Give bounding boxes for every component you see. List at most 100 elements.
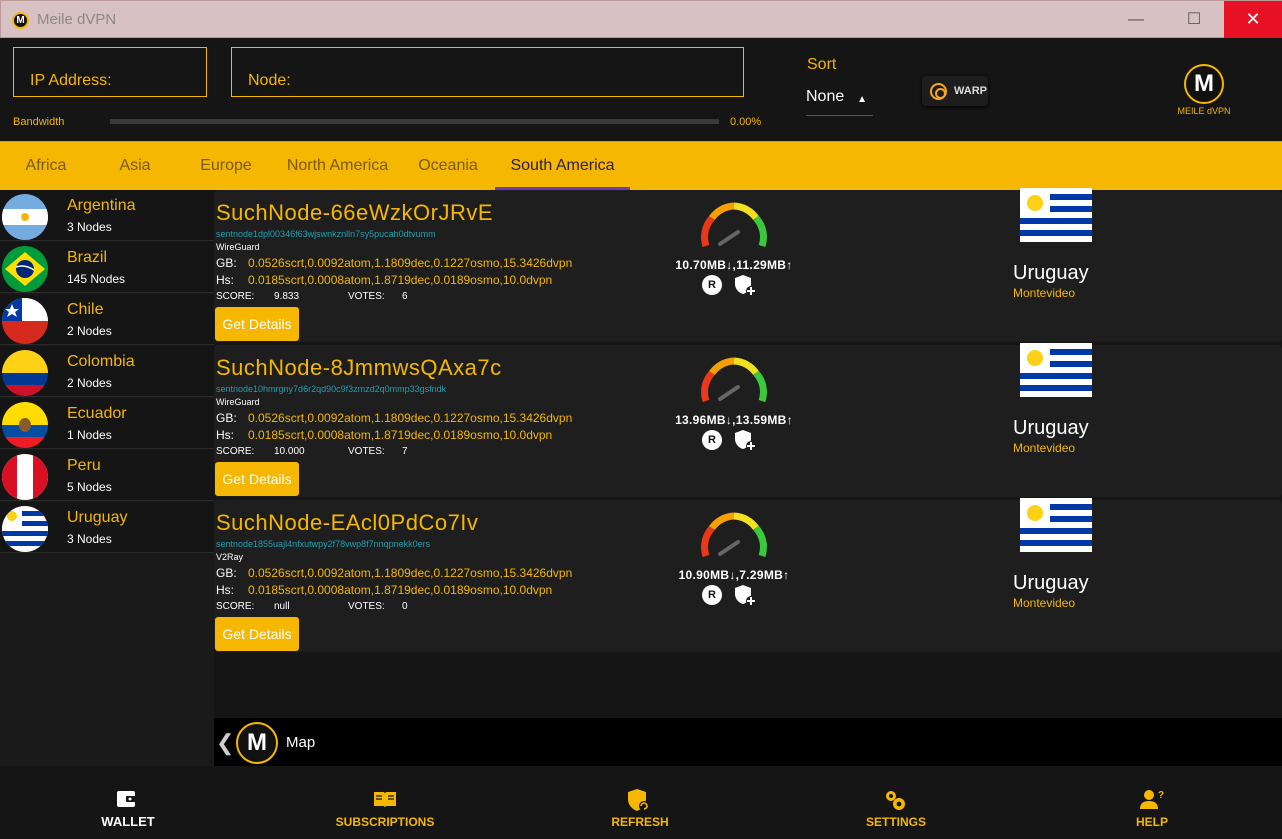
nav-label: SETTINGS — [865, 815, 926, 829]
hs-label: Hs: — [216, 583, 234, 597]
node-city: Montevideo — [1013, 286, 1076, 300]
nav-help[interactable]: ? HELP — [1062, 766, 1242, 839]
shield-plus-icon[interactable] — [733, 583, 757, 607]
nav-refresh[interactable]: REFRESH — [550, 766, 730, 839]
country-item-chile[interactable]: Chile 2 Nodes — [0, 294, 214, 345]
node-protocol: V2Ray — [216, 552, 244, 562]
gears-icon — [886, 791, 905, 810]
maximize-button[interactable]: ☐ — [1165, 1, 1223, 38]
node-field[interactable]: Node: — [231, 47, 744, 97]
votes-value: 7 — [402, 446, 408, 457]
node-address: sentnode10hmrgny7d6r2qd90c9f3zmzd2q0mmp3… — [216, 384, 447, 394]
country-node-count: 145 Nodes — [67, 272, 126, 286]
node-address: sentnode1855uajl4nfxutwpy2f78vwp8f7nnqpn… — [216, 539, 431, 549]
warp-button[interactable]: WARP — [922, 76, 988, 106]
help-person-icon: ? — [1140, 790, 1164, 809]
tab-africa[interactable]: Africa — [0, 142, 92, 190]
country-node-count: 3 Nodes — [67, 220, 112, 234]
chevron-left-icon[interactable]: ❮ — [216, 730, 234, 756]
country-item-ecuador[interactable]: Ecuador 1 Nodes — [0, 398, 214, 449]
hs-label: Hs: — [216, 428, 234, 442]
brand-text: MEILE dVPN — [1177, 106, 1231, 116]
get-details-button[interactable]: Get Details — [215, 617, 299, 651]
gb-label: GB: — [216, 566, 237, 580]
svg-text:?: ? — [1158, 790, 1164, 801]
shield-plus-icon[interactable] — [733, 428, 757, 452]
country-item-colombia[interactable]: Colombia 2 Nodes — [0, 346, 214, 397]
node-card: SuchNode-66eWzkOrJRvE sentnode1dpl00346f… — [214, 188, 1282, 342]
tab-north-america[interactable]: North America — [274, 142, 401, 190]
chile-flag-icon — [2, 298, 48, 344]
node-protocol: WireGuard — [216, 242, 260, 252]
uruguay-flag-icon — [1020, 498, 1092, 552]
minimize-button[interactable]: — — [1107, 1, 1165, 38]
country-name: Uruguay — [67, 509, 128, 526]
meile-logo-icon: M — [236, 722, 278, 764]
shield-refresh-icon — [628, 789, 649, 811]
gb-label: GB: — [216, 256, 237, 270]
country-node-count: 5 Nodes — [67, 480, 112, 494]
nav-label: SUBSCRIPTIONS — [335, 815, 435, 829]
country-item-peru[interactable]: Peru 5 Nodes — [0, 450, 214, 501]
hs-label: Hs: — [216, 273, 234, 287]
votes-value: 6 — [402, 291, 408, 302]
country-node-count: 1 Nodes — [67, 428, 112, 442]
node-city: Montevideo — [1013, 441, 1076, 455]
country-name: Ecuador — [67, 405, 127, 422]
node-moniker: SuchNode-EAcl0PdCo7Iv — [216, 510, 479, 535]
nav-wallet[interactable]: WALLET — [38, 766, 218, 839]
wallet-icon — [117, 791, 136, 807]
warp-label: WARP — [954, 85, 987, 97]
get-details-button[interactable]: Get Details — [215, 462, 299, 496]
colombia-flag-icon — [2, 350, 48, 396]
bandwidth-bar — [110, 119, 719, 124]
country-list: Argentina 3 Nodes Brazil 145 Nodes Chile… — [0, 190, 214, 766]
tab-asia[interactable]: Asia — [92, 142, 178, 190]
tab-europe[interactable]: Europe — [178, 142, 274, 190]
speed-gauge-icon — [701, 357, 767, 403]
map-bar[interactable]: ❮ M Map — [214, 718, 1282, 766]
tab-south-america[interactable]: South America — [495, 142, 630, 190]
votes-value: 0 — [402, 601, 408, 612]
residential-icon: R — [702, 585, 722, 605]
votes-label: VOTES: — [348, 446, 385, 457]
warp-icon — [930, 83, 947, 100]
ip-address-field[interactable]: IP Address: — [13, 47, 207, 97]
bandwidth-label: Bandwidth — [13, 116, 65, 128]
window-title: Meile dVPN — [37, 11, 117, 28]
tab-oceania[interactable]: Oceania — [401, 142, 495, 190]
get-details-button[interactable]: Get Details — [215, 307, 299, 341]
country-item-brazil[interactable]: Brazil 145 Nodes — [0, 242, 214, 293]
country-node-count: 2 Nodes — [67, 324, 112, 338]
country-node-count: 2 Nodes — [67, 376, 112, 390]
sort-label: Sort — [807, 56, 837, 73]
sort-select[interactable]: None ▲ — [806, 88, 873, 116]
score-value: 9.833 — [274, 291, 300, 302]
argentina-flag-icon — [2, 194, 48, 240]
nav-settings[interactable]: SETTINGS — [806, 766, 986, 839]
hs-prices: 0.0185scrt,0.0008atom,1.8719dec,0.0189os… — [248, 273, 553, 287]
score-label: SCORE: — [216, 446, 255, 457]
node-country: Uruguay — [1013, 417, 1089, 439]
country-node-count: 3 Nodes — [67, 532, 112, 546]
map-label: Map — [286, 734, 316, 751]
country-item-uruguay[interactable]: Uruguay 3 Nodes — [0, 502, 214, 553]
nav-subscriptions[interactable]: SUBSCRIPTIONS — [295, 766, 475, 839]
residential-icon: R — [702, 275, 722, 295]
hs-prices: 0.0185scrt,0.0008atom,1.8719dec,0.0189os… — [248, 428, 553, 442]
node-country: Uruguay — [1013, 262, 1089, 284]
gb-prices: 0.0526scrt,0.0092atom,1.1809dec,0.1227os… — [248, 256, 573, 270]
country-item-argentina[interactable]: Argentina 3 Nodes — [0, 190, 214, 241]
book-icon — [374, 792, 396, 808]
country-name: Argentina — [67, 197, 136, 214]
country-name: Peru — [67, 457, 101, 474]
votes-label: VOTES: — [348, 291, 385, 302]
peru-flag-icon — [2, 454, 48, 500]
node-country: Uruguay — [1013, 572, 1089, 594]
brand-logo-icon: M — [1184, 64, 1224, 104]
country-name: Colombia — [67, 353, 135, 370]
uruguay-flag-icon — [1020, 188, 1092, 242]
shield-plus-icon[interactable] — [733, 273, 757, 297]
close-button[interactable]: ✕ — [1224, 1, 1282, 38]
bandwidth-percent: 0.00% — [730, 116, 762, 128]
